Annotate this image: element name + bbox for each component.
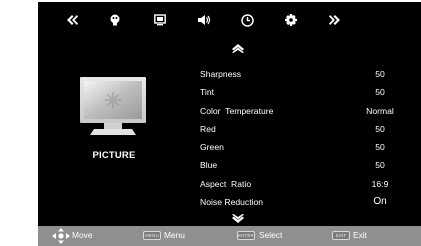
menu-item-label: Noise Reduction [200, 197, 264, 208]
menu-item-color-temperature[interactable]: Color Temperature Normal [200, 102, 415, 120]
menu-item-label: Aspect Ratio [200, 178, 252, 189]
help-bar: Move MENU Menu ENTER Select EXIT Exit [38, 226, 421, 246]
category-tabs [38, 2, 421, 38]
menu-item-value: 50 [375, 69, 385, 79]
menu-item-value: 50 [375, 87, 385, 98]
dpad-icon [52, 228, 70, 244]
menu-item-label: Red [200, 123, 216, 134]
menu-item-label: Green [200, 142, 224, 153]
menu-item-tint[interactable]: Tint 50 [200, 83, 415, 101]
menu-item-value: 50 [375, 123, 385, 134]
menu-key-icon: MENU [143, 231, 161, 240]
osd-screen: PICTURE Sharpness 50 Tint 50 Color Tempe… [38, 2, 421, 246]
menu-item-green[interactable]: Green 50 [200, 138, 415, 156]
menu-item-value: 16:9 [371, 178, 389, 189]
monitor-icon [80, 77, 146, 144]
menu-item-label: Blue [200, 160, 218, 171]
menu-hint: Menu [164, 230, 185, 240]
menu-item-value: On [373, 196, 387, 208]
double-left-chevron-icon[interactable] [62, 10, 82, 30]
menu-item-label: Color Temperature [200, 105, 274, 116]
clock-icon[interactable] [237, 10, 257, 30]
menu-item-value: 50 [375, 160, 385, 171]
exit-key-icon: EXIT [332, 231, 350, 240]
enter-key-icon: ENTER [237, 231, 255, 240]
menu-item-value: Normal [366, 105, 394, 116]
select-hint: Select [259, 230, 283, 240]
settings-menu: Sharpness 50 Tint 50 Color Temperature N… [200, 65, 415, 211]
menu-item-red[interactable]: Red 50 [200, 120, 415, 138]
menu-item-label: Sharpness [200, 69, 242, 79]
gear-icon[interactable] [281, 10, 301, 30]
picture-palette-icon[interactable] [105, 10, 125, 30]
menu-item-blue[interactable]: Blue 50 [200, 156, 415, 174]
double-right-chevron-icon[interactable] [325, 10, 345, 30]
move-hint: Move [72, 230, 93, 240]
menu-item-label: Tint [200, 87, 215, 98]
speaker-icon[interactable] [194, 10, 214, 30]
menu-item-aspect-ratio[interactable]: Aspect Ratio 16:9 [200, 175, 415, 193]
exit-hint: Exit [353, 230, 367, 240]
screen-icon[interactable] [150, 10, 170, 30]
category-title: PICTURE [92, 150, 136, 161]
menu-item-sharpness[interactable]: Sharpness 50 [200, 65, 415, 83]
scroll-up-icon[interactable] [232, 40, 244, 58]
menu-item-value: 50 [375, 142, 385, 153]
menu-item-noise-reduction[interactable]: Noise Reduction On [200, 193, 415, 211]
